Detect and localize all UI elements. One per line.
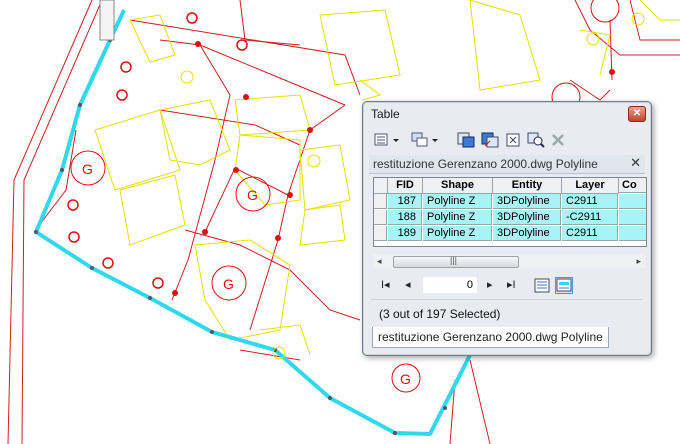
table-row[interactable]: 189 Polyline Z 3DPolyline C2911 [374, 226, 646, 242]
first-record-button[interactable]: I◂ [381, 278, 390, 291]
tab-close-button[interactable]: ✕ [630, 155, 641, 171]
row-selector[interactable] [374, 194, 387, 209]
selection-count-text: (3 out of 197 Selected) [379, 307, 501, 321]
table-window[interactable]: Table ✕ restituzione Gerenzano 2000.dwg … [362, 101, 652, 356]
column-header-co[interactable]: Co [619, 178, 646, 193]
record-navigation: I◂ ◂ 0 ▸ ▸I [373, 277, 645, 295]
cell-entity[interactable]: 3DPolyline [493, 194, 561, 209]
row-selector[interactable] [374, 210, 387, 225]
scroll-grip: ||| [450, 255, 458, 265]
svg-text:G: G [82, 161, 93, 177]
show-all-records-icon[interactable] [533, 277, 551, 294]
table-row[interactable]: 188 Polyline Z 3DPolyline -C2911 [374, 210, 646, 226]
switch-selection-icon[interactable] [481, 131, 499, 149]
zoom-to-selected-icon[interactable] [527, 131, 545, 149]
cell-fid[interactable]: 188 [388, 210, 422, 225]
map-edge-strip [99, 0, 115, 41]
table-options-icon[interactable] [373, 131, 403, 149]
cell-fid[interactable]: 187 [388, 194, 422, 209]
table-tab-bottom[interactable]: restituzione Gerenzano 2000.dwg Polyline [372, 327, 609, 348]
previous-record-button[interactable]: ◂ [405, 278, 411, 291]
svg-text:G: G [400, 371, 411, 387]
cell-entity[interactable]: 3DPolyline [493, 210, 561, 225]
table-row[interactable]: 187 Polyline Z 3DPolyline C2911 [374, 194, 646, 210]
select-by-attributes-icon[interactable] [457, 131, 475, 149]
column-header-entity[interactable]: Entity [493, 178, 562, 194]
svg-text:G: G [247, 187, 258, 203]
column-header-layer[interactable]: Layer [562, 178, 619, 194]
row-selector[interactable] [374, 226, 387, 241]
cell-shape[interactable]: Polyline Z [423, 194, 492, 209]
cell-layer[interactable]: C2911 [562, 194, 618, 209]
column-header-fid[interactable]: FID [388, 178, 423, 194]
show-selected-records-icon[interactable] [555, 277, 573, 294]
cell-entity[interactable]: 3DPolyline [493, 226, 561, 241]
table-toolbar [369, 129, 645, 153]
tree-symbols [67, 12, 248, 289]
cell-co[interactable] [619, 210, 646, 225]
attribute-grid[interactable]: FID Shape Entity Layer Co 187 Polyline Z… [373, 177, 647, 247]
grid-header-row: FID Shape Entity Layer Co [374, 178, 646, 194]
scroll-right-arrow[interactable]: ▸ [636, 256, 641, 267]
horizontal-scrollbar[interactable]: ◂ ||| ▸ [373, 254, 645, 268]
cell-shape[interactable]: Polyline Z [423, 226, 492, 241]
cell-layer[interactable]: C2911 [562, 226, 618, 241]
table-tab-header: restituzione Gerenzano 2000.dwg Polyline… [369, 155, 645, 174]
column-header-shape[interactable]: Shape [423, 178, 493, 194]
current-record-field[interactable]: 0 [423, 277, 477, 293]
next-record-button[interactable]: ▸ [487, 278, 493, 291]
scroll-thumb[interactable]: ||| [393, 255, 519, 268]
delete-selected-icon[interactable] [549, 131, 567, 149]
window-close-button[interactable]: ✕ [628, 106, 646, 122]
clear-selection-icon[interactable] [505, 131, 523, 149]
window-title: Table [371, 107, 400, 121]
divider [371, 299, 643, 300]
cell-shape[interactable]: Polyline Z [423, 210, 492, 225]
cell-layer[interactable]: -C2911 [562, 210, 618, 225]
cell-fid[interactable]: 189 [388, 226, 422, 241]
svg-text:G: G [223, 276, 234, 292]
last-record-button[interactable]: ▸I [507, 278, 516, 291]
related-tables-icon[interactable] [411, 131, 441, 149]
header-selector-cell[interactable] [374, 178, 388, 194]
table-tab-title: restituzione Gerenzano 2000.dwg Polyline [373, 157, 598, 171]
scroll-left-arrow[interactable]: ◂ [377, 256, 382, 267]
cell-co[interactable] [619, 226, 646, 241]
cell-co[interactable] [619, 194, 646, 209]
